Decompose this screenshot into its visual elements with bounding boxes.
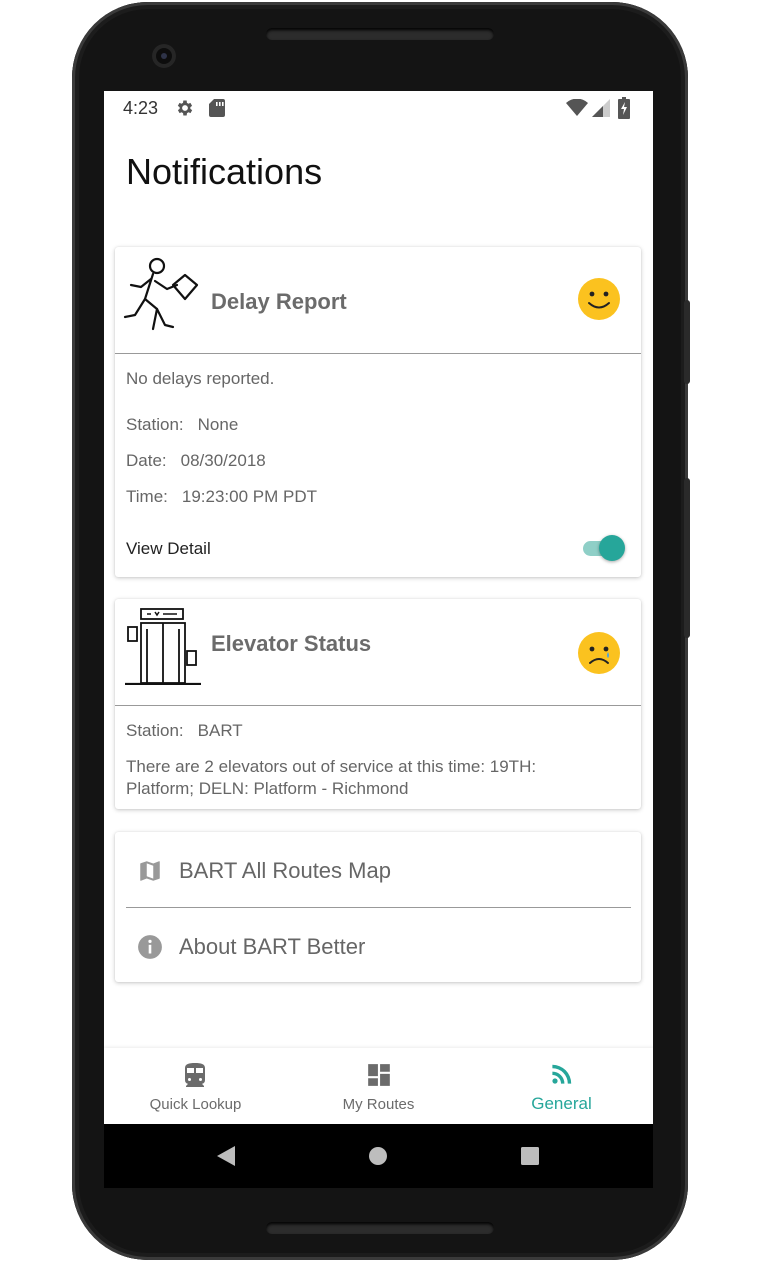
date-label: Date: [126,451,167,470]
routes-map-label: BART All Routes Map [179,858,391,883]
elevator-message-line1: There are 2 elevators out of service at … [126,757,537,776]
wifi-icon [566,98,588,122]
happy-face-icon [577,277,621,321]
map-icon [137,858,163,889]
train-icon [183,1062,207,1093]
about-label: About BART Better [179,934,366,959]
date-value: 08/30/2018 [180,451,266,470]
station-label: Station: [126,721,184,740]
status-time: 4:23 [123,98,159,118]
link-divider [126,907,631,908]
delay-report-title: Delay Report [211,289,347,314]
dashboard-icon [366,1062,392,1093]
card-divider [115,705,641,706]
delay-station-row: Station: None [126,415,238,435]
station-label: Station: [126,415,184,434]
running-person-icon [123,255,203,336]
nav-my-routes-label: My Routes [342,1096,415,1113]
power-button [684,300,690,384]
nav-quick-lookup-label: Quick Lookup [149,1096,242,1113]
delay-report-card: Delay Report No delays reported. Station… [115,247,641,577]
sd-card-icon [208,98,226,123]
rss-feed-icon [550,1062,574,1091]
nav-my-routes[interactable]: My Routes [287,1048,470,1124]
system-navigation-bar [104,1124,653,1188]
back-icon[interactable] [216,1145,236,1172]
elevator-status-card: Elevator Status Station: BART There are 2… [115,599,641,809]
signal-icon [592,99,610,122]
nav-quick-lookup[interactable]: Quick Lookup [104,1048,287,1124]
nav-general-label: General [531,1094,592,1113]
elevator-message-line2: Platform; DELN: Platform - Richmond [126,779,409,798]
app-screen: 4:23 Notifications Delay Report No delay… [104,91,653,1188]
top-speaker [266,28,494,40]
view-detail-toggle[interactable] [581,533,627,563]
routes-map-link[interactable]: BART All Routes Map [115,834,641,908]
about-link[interactable]: About BART Better [115,910,641,984]
links-card: BART All Routes Map About BART Better [115,832,641,982]
home-icon[interactable] [368,1146,388,1171]
bottom-navigation: Quick Lookup My Routes General [104,1048,653,1124]
station-value: BART [197,721,243,740]
elevator-icon [125,607,201,690]
sad-face-icon [577,631,621,675]
delay-time-row: Time: 19:23:00 PM PDT [126,487,317,507]
elevator-station-row: Station: BART [126,721,243,741]
volume-button [684,478,690,638]
delay-message: No delays reported. [126,369,275,388]
bottom-speaker [266,1222,494,1234]
time-value: 19:23:00 PM PDT [181,487,317,506]
front-camera [152,44,176,68]
time-label: Time: [126,487,168,506]
elevator-status-title: Elevator Status [211,631,372,656]
delay-date-row: Date: 08/30/2018 [126,451,266,471]
status-bar: 4:23 [104,91,653,125]
toggle-thumb [599,535,625,561]
station-value: None [197,415,239,434]
card-divider [115,353,641,354]
nav-general[interactable]: General [470,1048,653,1124]
info-icon [137,934,163,965]
battery-charging-icon [618,97,630,124]
gear-icon [175,98,195,123]
view-detail-label: View Detail [126,539,211,558]
recents-icon[interactable] [520,1146,540,1171]
page-title: Notifications [126,151,323,192]
